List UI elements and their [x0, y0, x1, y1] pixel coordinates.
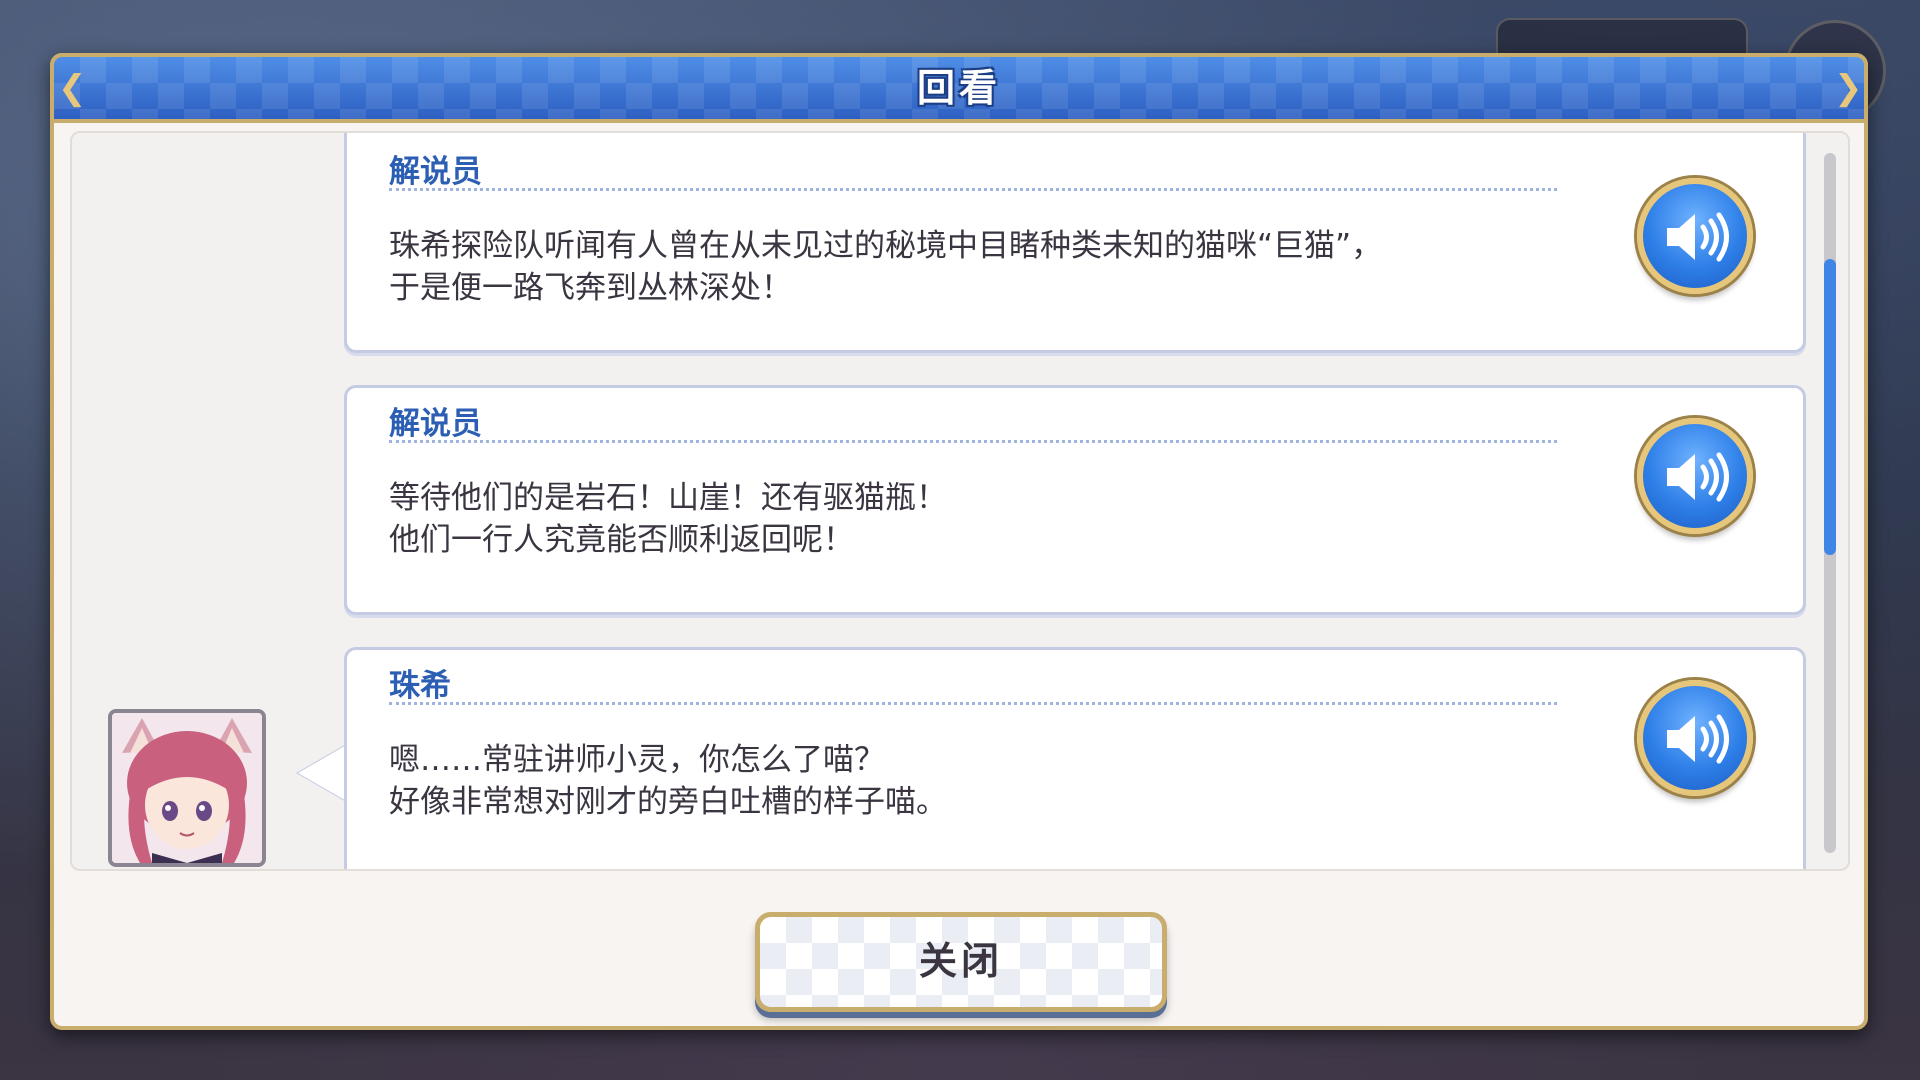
dialog-titlebar: ❮ 回看 ❯ [50, 53, 1868, 123]
dialogue-line: 于是便一路飞奔到丛林深处！ [389, 270, 792, 306]
speaker-volume-icon [1667, 452, 1729, 502]
dialogue-line: 他们一行人究竟能否顺利返回呢！ [389, 522, 854, 558]
backlog-entry: 解说员 珠希探险队听闻有人曾在从未见过的秘境中目睹种类未知的猫咪“巨猫”， 于是… [344, 133, 1806, 353]
dialogue-line: 珠希探险队听闻有人曾在从未见过的秘境中目睹种类未知的猫咪“巨猫”， [389, 228, 1383, 264]
scrollbar-thumb[interactable] [1824, 259, 1836, 555]
backlog-entry: 珠希 嗯……常驻讲师小灵，你怎么了喵？ 好像非常想对刚才的旁白吐槽的样子喵。 [344, 647, 1806, 869]
character-portrait [108, 709, 266, 867]
backlog-dialog: ❮ 回看 ❯ 解说员 珠希探险队听闻有人曾在从未见过的秘境中目睹种类未知的猫咪“… [50, 53, 1868, 1030]
backlog-entry: 解说员 等待他们的是岩石！山崖！还有驱猫瓶！ 他们一行人究竟能否顺利返回呢！ [344, 385, 1806, 615]
close-button[interactable]: 关闭 [755, 912, 1167, 1012]
speaker-name: 解说员 [389, 406, 482, 442]
character-avatar-image [112, 713, 262, 863]
name-divider [389, 440, 1557, 443]
speaker-volume-icon [1667, 714, 1729, 764]
name-divider [389, 188, 1557, 191]
name-divider [389, 702, 1557, 705]
replay-voice-button[interactable] [1637, 418, 1753, 534]
speaker-name: 珠希 [389, 668, 451, 704]
replay-voice-button[interactable] [1637, 680, 1753, 796]
ornament-icon: ❯ [1834, 68, 1863, 108]
dialogue-line: 嗯……常驻讲师小灵，你怎么了喵？ [389, 742, 885, 778]
dialogue-line: 好像非常想对刚才的旁白吐槽的样子喵。 [389, 784, 947, 820]
dialogue-line: 等待他们的是岩石！山崖！还有驱猫瓶！ [389, 480, 947, 516]
backlog-list[interactable]: 解说员 珠希探险队听闻有人曾在从未见过的秘境中目睹种类未知的猫咪“巨猫”， 于是… [70, 131, 1850, 871]
replay-voice-button[interactable] [1637, 178, 1753, 294]
dialog-title: 回看 [916, 66, 1001, 110]
speaker-volume-icon [1667, 212, 1729, 262]
speech-bubble-tail [298, 743, 350, 803]
speaker-name: 解说员 [389, 154, 482, 190]
scrollbar-track[interactable] [1824, 153, 1836, 853]
